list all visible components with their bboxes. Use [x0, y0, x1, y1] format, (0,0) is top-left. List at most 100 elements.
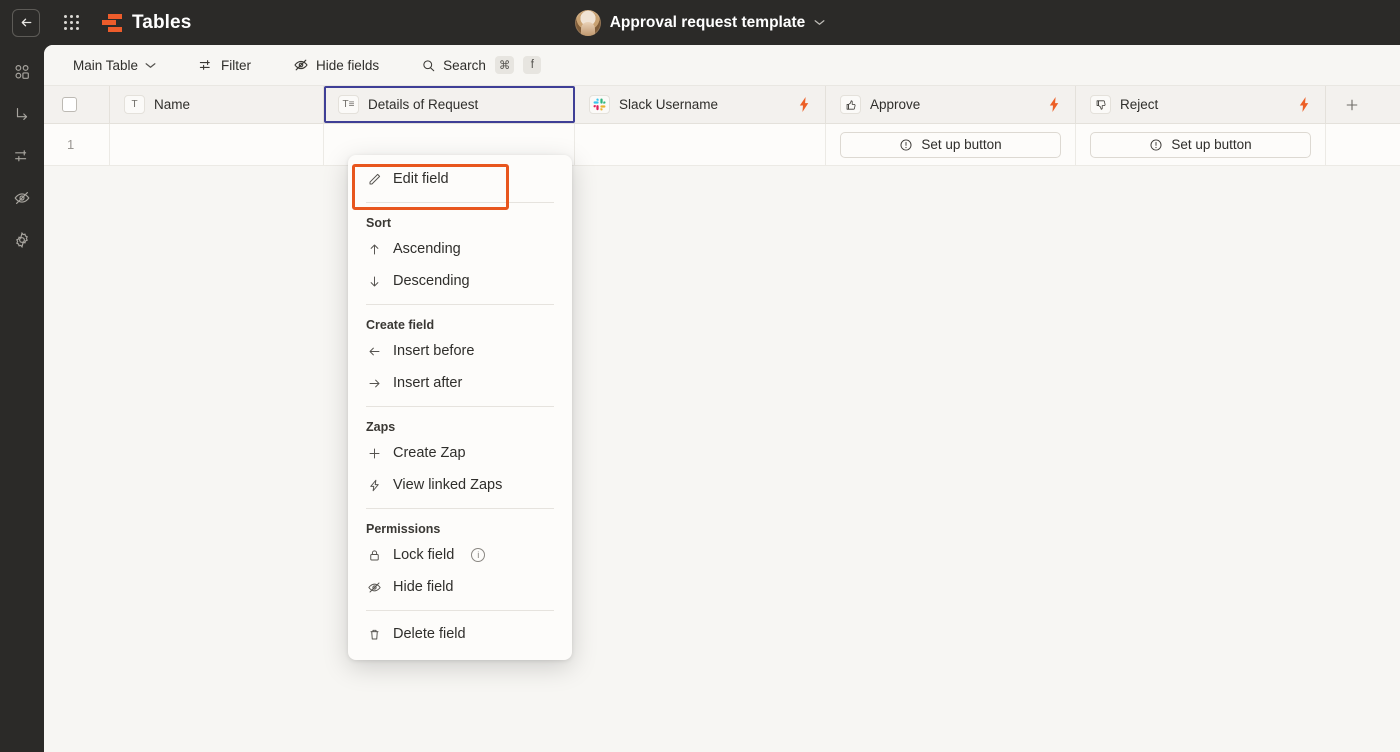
text-field-icon: T [124, 95, 145, 114]
setup-approve-button[interactable]: Set up button [840, 131, 1061, 158]
menu-item-hide-field[interactable]: Hide field [348, 571, 572, 603]
menu-section-sort: Sort [366, 216, 391, 230]
menu-item-lock-field[interactable]: Lock field i [348, 539, 572, 571]
menu-item-label: Create Zap [393, 445, 466, 461]
sidebar-item-settings[interactable] [7, 226, 37, 254]
plus-icon [1344, 97, 1360, 113]
row-filler [1326, 124, 1400, 165]
menu-divider [366, 406, 554, 407]
field-type-glyph: T≡ [342, 99, 355, 110]
menu-item-label: Hide field [393, 579, 454, 595]
cell-name[interactable] [110, 124, 324, 165]
menu-item-ascending[interactable]: Ascending [348, 233, 572, 265]
long-text-field-icon: T≡ [338, 95, 359, 114]
menu-item-edit-field[interactable]: Edit field [348, 163, 572, 195]
menu-item-insert-before[interactable]: Insert before [348, 335, 572, 367]
back-button[interactable] [12, 8, 40, 37]
menu-item-insert-after[interactable]: Insert after [348, 367, 572, 399]
eye-off-icon [13, 189, 31, 207]
alert-circle-icon [899, 138, 913, 152]
menu-divider [366, 610, 554, 611]
cell-slack-username[interactable] [575, 124, 826, 165]
menu-item-descending[interactable]: Descending [348, 265, 572, 297]
app-switcher-button[interactable] [58, 10, 84, 36]
pencil-icon [366, 172, 382, 187]
cell-approve[interactable]: Set up button [826, 124, 1076, 165]
filter-button[interactable]: Filter [189, 52, 260, 78]
bolt-icon [1298, 97, 1311, 112]
menu-divider [366, 304, 554, 305]
menu-item-label: Delete field [393, 626, 466, 642]
sidebar-item-transfer[interactable] [7, 100, 37, 128]
menu-item-label: Lock field [393, 547, 455, 563]
search-label: Search [443, 57, 486, 73]
add-column-button[interactable] [1326, 86, 1378, 123]
app-grid-icon [63, 15, 79, 30]
search-shortcut-key: f [523, 56, 542, 74]
sidebar-item-shapes[interactable] [7, 58, 37, 86]
gear-icon [13, 231, 31, 249]
arrow-turn-right-icon [13, 105, 31, 123]
arrow-left-icon [366, 344, 382, 359]
eye-off-icon [366, 580, 382, 595]
table-row[interactable]: 1 Set up button Set up button [44, 124, 1400, 166]
lock-icon [366, 548, 382, 563]
menu-item-delete-field[interactable]: Delete field [348, 618, 572, 650]
setup-reject-button[interactable]: Set up button [1090, 131, 1311, 158]
column-header-label: Approve [870, 97, 921, 112]
top-bar: Tables Approval request template [0, 0, 1400, 45]
sidebar-item-filters[interactable] [7, 142, 37, 170]
column-header-name[interactable]: T Name [110, 86, 324, 123]
column-header-approve[interactable]: Approve [826, 86, 1076, 123]
page-title: Approval request template [609, 13, 806, 31]
menu-item-create-zap[interactable]: Create Zap [348, 437, 572, 469]
hide-fields-button[interactable]: Hide fields [284, 52, 388, 78]
menu-item-label: Descending [393, 273, 470, 289]
menu-section-create-field: Create field [366, 318, 435, 332]
menu-divider [366, 508, 554, 509]
table-name-label: Main Table [73, 57, 139, 73]
sliders-icon [13, 147, 31, 165]
eye-off-icon [293, 57, 309, 73]
column-header-reject[interactable]: Reject [1076, 86, 1326, 123]
cell-reject[interactable]: Set up button [1076, 124, 1326, 165]
document-title-button[interactable]: Approval request template [574, 9, 826, 36]
hide-fields-label: Hide fields [316, 57, 380, 73]
menu-item-label: Insert before [393, 343, 475, 359]
column-header-slack-username[interactable]: Slack Username [575, 86, 826, 123]
alert-circle-icon [1149, 138, 1163, 152]
menu-item-view-linked-zaps[interactable]: View linked Zaps [348, 469, 572, 501]
arrow-down-icon [366, 274, 382, 289]
table-selector[interactable]: Main Table [64, 53, 165, 78]
row-number: 1 [44, 124, 110, 165]
column-header-label: Reject [1120, 97, 1159, 112]
avatar [574, 9, 601, 36]
info-icon[interactable]: i [471, 548, 486, 562]
sidebar-item-hidden[interactable] [7, 184, 37, 212]
arrow-right-icon [366, 376, 382, 391]
bolt-icon [1048, 97, 1061, 112]
column-header-label: Details of Request [368, 97, 479, 112]
setup-reject-label: Set up button [1171, 137, 1252, 152]
bolt-icon [798, 97, 811, 112]
setup-approve-label: Set up button [921, 137, 1002, 152]
filter-label: Filter [221, 57, 252, 73]
document-title-container: Approval request template [0, 0, 1400, 45]
slack-icon [589, 95, 610, 114]
arrow-left-icon [19, 15, 34, 30]
select-all-cell[interactable] [44, 86, 110, 123]
thumbs-up-icon [840, 95, 861, 114]
column-header-label: Slack Username [619, 97, 719, 112]
menu-item-label: Insert after [393, 375, 463, 391]
search-button[interactable]: Search ⌘ f [412, 51, 550, 79]
select-all-checkbox[interactable] [62, 97, 77, 112]
column-header-details-of-request[interactable]: T≡ Details of Request [324, 86, 575, 123]
chevron-down-icon [145, 62, 156, 69]
thumbs-down-icon [1090, 95, 1111, 114]
shapes-icon [13, 63, 31, 81]
main-canvas: Main Table Filter Hide fields Search ⌘ f… [44, 45, 1400, 752]
search-shortcut-cmd: ⌘ [494, 56, 515, 74]
trash-icon [366, 627, 382, 642]
brand-home-link[interactable]: Tables [102, 12, 191, 34]
plus-icon [366, 446, 382, 461]
